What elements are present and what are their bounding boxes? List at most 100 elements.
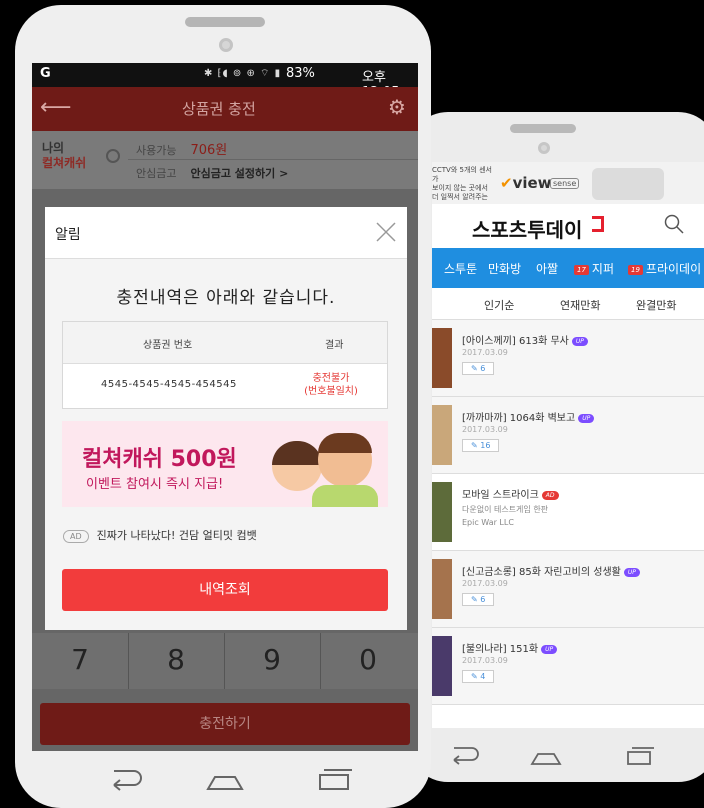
ad-badge: AD: [63, 529, 89, 543]
ad-badge: AD: [541, 490, 559, 500]
back-key-icon[interactable]: [113, 770, 142, 791]
key-9[interactable]: 9: [224, 643, 320, 676]
result-cell: 충전불가 (번호불일치): [301, 372, 361, 398]
banner-product-image: [592, 168, 664, 200]
tab-popular[interactable]: 인기순: [484, 297, 514, 313]
nav-item-comic-room[interactable]: 만화방: [488, 260, 521, 277]
recents-key-icon[interactable]: [627, 747, 654, 765]
charge-button[interactable]: 충전하기: [40, 703, 410, 745]
key-8[interactable]: 8: [128, 643, 224, 676]
item-subtitle: 다운없이 테스트게임 한판: [462, 505, 549, 514]
boy-illustration: [318, 433, 372, 487]
list-item[interactable]: [불의나라] 151화 UP 2017.03.09 ✎ 4: [432, 628, 704, 705]
nav-label: 지퍼: [591, 262, 615, 276]
age-badge: 17: [574, 264, 589, 275]
list-item-ad[interactable]: 모바일 스트라이크 AD 다운없이 테스트게임 한판 Epic War LLC: [432, 474, 704, 551]
app-logo: 스포츠투데이: [472, 218, 583, 242]
available-value: 706원: [190, 143, 228, 158]
nav-label: 프라이데이: [645, 262, 702, 276]
back-arrow-icon[interactable]: ⟵: [40, 95, 72, 120]
hair: [318, 433, 372, 453]
ad-banner[interactable]: CCTV와 5개의 센서가 보이지 않는 곳에서 더 일찍서 알려주는 ✔vie…: [432, 162, 704, 204]
girl-illustration: [272, 441, 322, 491]
item-date: 2017.03.09: [462, 348, 508, 357]
nav-item-zipper[interactable]: 17 지퍼: [574, 260, 614, 277]
available-row: 사용가능 706원: [136, 139, 227, 158]
comic-list: [아이스께끼] 613화 무사 UP 2017.03.09 ✎ 6 [까까마까] …: [432, 320, 704, 705]
right-softkeys: [453, 747, 654, 765]
notice-dialog: 알림 충전내역은 아래와 같습니다. 상품권 번호 결과 4545-4545-4…: [45, 207, 407, 630]
my-label: 나의: [42, 141, 65, 155]
item-title-text: 모바일 스트라이크: [462, 490, 539, 501]
item-title: [불의나라] 151화 UP: [462, 640, 558, 655]
speaker: [185, 17, 265, 27]
home-key-icon[interactable]: [206, 776, 244, 790]
ad-text: 진짜가 나타났다! 건담 얼티밋 컴뱃: [96, 529, 257, 542]
banner-brand-text: view: [512, 174, 552, 192]
divider: [128, 159, 418, 160]
recents-key-icon[interactable]: [319, 769, 352, 790]
comment-count: ✎ 16: [462, 439, 500, 452]
left-softkeys: [113, 769, 352, 791]
keypad-row: 7 8 9 0: [32, 633, 418, 689]
culture-cash-label: 컬쳐캐쉬: [42, 156, 87, 170]
thumbnail: [432, 482, 452, 542]
available-label: 사용가능: [136, 144, 177, 157]
item-title: [신고금소롱] 85화 자린고비의 성생활 UP: [462, 563, 640, 578]
item-date: 2017.03.09: [462, 579, 508, 588]
close-icon[interactable]: [375, 221, 397, 243]
count-value: 16: [480, 441, 491, 450]
app-header: 스포츠투데이: [432, 204, 704, 248]
home-key-icon[interactable]: [530, 753, 562, 765]
header-voucher: 상품권 번호: [143, 340, 193, 351]
category-nav: 스투툰 만화방 아짤 17 지퍼 19 프라이데이: [432, 248, 704, 288]
up-badge: UP: [623, 567, 640, 577]
thumbnail: [432, 636, 452, 696]
nav-item-stutoon[interactable]: 스투툰: [444, 260, 477, 277]
banner-text: CCTV와 5개의 센서가 보이지 않는 곳에서 더 일찍서 알려주는: [432, 166, 494, 202]
dialog-header: 알림: [45, 207, 407, 259]
key-7[interactable]: 7: [32, 643, 128, 676]
up-badge: UP: [571, 336, 588, 346]
nav-item-friday[interactable]: 19 프라이데이: [628, 260, 701, 277]
history-button[interactable]: 내역조회: [62, 569, 388, 611]
table-row: 4545-4545-4545-454545 충전불가 (번호불일치): [63, 364, 387, 408]
nav-item-ajjal[interactable]: 아짤: [536, 260, 558, 277]
item-date: 2017.03.09: [462, 656, 508, 665]
search-icon[interactable]: [664, 214, 684, 234]
thumbnail: [432, 405, 452, 465]
safe-settings-link[interactable]: 안심금고 설정하기 >: [190, 167, 288, 180]
banner-line: 보이지 않는 곳에서: [432, 184, 488, 192]
tab-serial[interactable]: 연재만화: [560, 297, 600, 313]
item-title-text: [불의나라] 151화: [462, 644, 539, 655]
right-screen: CCTV와 5개의 센서가 보이지 않는 곳에서 더 일찍서 알려주는 ✔vie…: [432, 162, 704, 728]
safe-row: 안심금고 안심금고 설정하기 >: [136, 165, 288, 181]
refresh-icon[interactable]: [106, 149, 120, 163]
back-key-icon[interactable]: [453, 747, 479, 765]
tab-completed[interactable]: 완결만화: [636, 297, 676, 313]
item-title-text: [까까마까] 1064화 벽보고: [462, 413, 576, 424]
promo-banner[interactable]: 컬쳐캐쉬 500원 이벤트 참여시 즉시 지급!: [62, 421, 388, 507]
key-0[interactable]: 0: [320, 643, 416, 676]
gear-icon[interactable]: ⚙: [388, 95, 406, 119]
item-title-text: [신고금소롱] 85화 자린고비의 성생활: [462, 567, 621, 578]
safe-label: 안심금고: [136, 167, 177, 180]
banner-line: 더 일찍서 알려주는: [432, 193, 488, 201]
list-item[interactable]: [아이스께끼] 613화 무사 UP 2017.03.09 ✎ 6: [432, 320, 704, 397]
count-value: 6: [480, 364, 486, 373]
age-badge: 19: [628, 264, 643, 275]
ad-row[interactable]: AD 진짜가 나타났다! 건담 얼티밋 컴뱃: [63, 527, 257, 543]
status-icons: ✱ ⁅◖ ⊚ ⊕ ⌔ ▮: [204, 68, 282, 79]
list-item[interactable]: [신고금소롱] 85화 자린고비의 성생활 UP 2017.03.09 ✎ 6: [432, 551, 704, 628]
comment-count: ✎ 6: [462, 593, 495, 606]
right-phone: CCTV와 5개의 센서가 보이지 않는 곳에서 더 일찍서 알려주는 ✔vie…: [408, 112, 704, 782]
promo-subline: 이벤트 참여시 즉시 지급!: [86, 477, 224, 492]
shirt-illustration: [312, 485, 378, 507]
my-cash-label: 나의 컬쳐캐쉬: [42, 141, 86, 171]
check-icon: ✔: [500, 174, 513, 192]
list-item[interactable]: [까까마까] 1064화 벽보고 UP 2017.03.09 ✎ 16: [432, 397, 704, 474]
app-bar: ⟵ 상품권 충전 ⚙: [32, 87, 418, 131]
banner-brand: ✔view: [500, 174, 552, 192]
item-title: 모바일 스트라이크 AD: [462, 486, 559, 501]
table-header: 상품권 번호 결과: [63, 322, 387, 364]
